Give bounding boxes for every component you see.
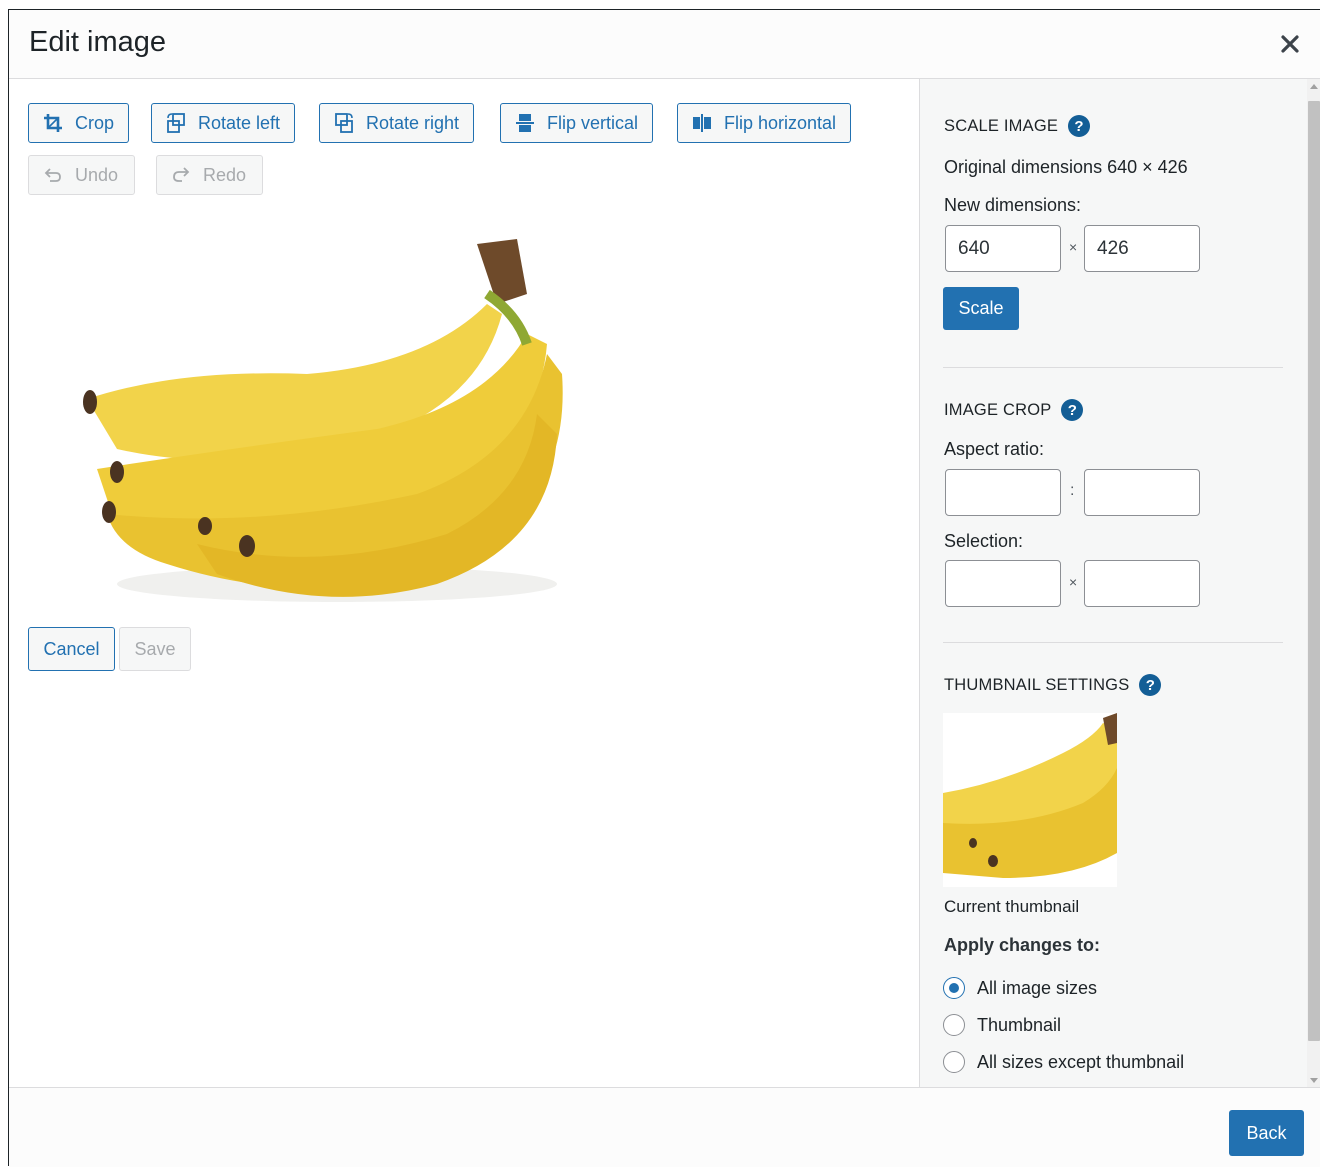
aspect-ratio-height-input[interactable] xyxy=(1084,469,1200,516)
radio-button[interactable] xyxy=(943,1051,965,1073)
scale-button[interactable]: Scale xyxy=(943,287,1019,330)
redo-button[interactable]: Redo xyxy=(156,155,264,195)
original-dimensions: Original dimensions 640 × 426 xyxy=(944,157,1188,177)
selection-label: Selection: xyxy=(944,531,1024,551)
rotate-right-button[interactable]: Rotate right xyxy=(319,103,475,143)
new-dimensions-label: New dimensions: xyxy=(944,195,1082,215)
thumbnail-settings-title: Thumbnail Settings xyxy=(944,675,1130,694)
aspect-ratio-width-input[interactable] xyxy=(945,469,1061,516)
flip-vertical-icon xyxy=(513,111,537,135)
crop-button[interactable]: Crop xyxy=(28,103,130,143)
scale-image-heading: Scale Image ? xyxy=(944,115,1091,137)
image-crop-title: Image Crop xyxy=(944,400,1052,419)
sidebar-scrollbar[interactable] xyxy=(1307,79,1320,1087)
crop-icon xyxy=(41,111,65,135)
rotate-right-icon xyxy=(332,111,356,135)
rotate-left-button[interactable]: Rotate left xyxy=(151,103,296,143)
selection-height-input[interactable] xyxy=(1084,560,1200,607)
close-icon xyxy=(1281,35,1299,53)
scale-image-title: Scale Image xyxy=(944,116,1059,135)
rotate-left-icon xyxy=(164,111,188,135)
scale-separator: × xyxy=(1069,239,1078,255)
modal-footer: Back xyxy=(9,1087,1320,1167)
close-button[interactable] xyxy=(1274,28,1306,60)
crop-label: Crop xyxy=(75,112,115,133)
help-icon[interactable]: ? xyxy=(1061,399,1084,421)
aspect-separator: : xyxy=(1070,482,1075,499)
undo-icon xyxy=(41,163,65,187)
help-icon[interactable]: ? xyxy=(1139,674,1162,696)
back-button[interactable]: Back xyxy=(1229,1110,1304,1156)
modal-title: Edit image xyxy=(29,26,167,58)
scroll-down-icon[interactable] xyxy=(1310,1078,1318,1083)
radio-button[interactable] xyxy=(943,1014,965,1036)
radio-thumbnail[interactable]: Thumbnail xyxy=(943,1014,1061,1036)
help-icon[interactable]: ? xyxy=(1068,115,1091,137)
aspect-ratio-label: Aspect ratio: xyxy=(944,439,1045,459)
image-preview[interactable] xyxy=(57,234,617,614)
rotate-left-label: Rotate left xyxy=(198,112,281,133)
radio-all-image-sizes[interactable]: All image sizes xyxy=(943,977,1097,999)
divider xyxy=(943,367,1283,368)
cancel-button[interactable]: Cancel xyxy=(28,627,115,671)
modal-header: Edit image xyxy=(9,10,1320,79)
save-button[interactable]: Save xyxy=(119,627,191,671)
scrollbar-thumb[interactable] xyxy=(1308,101,1320,1041)
flip-horizontal-button[interactable]: Flip horizontal xyxy=(677,103,852,143)
divider xyxy=(943,642,1283,643)
radio-label: All image sizes xyxy=(977,977,1098,998)
radio-label: All sizes except thumbnail xyxy=(977,1051,1185,1072)
thumbnail-settings-heading: Thumbnail Settings ? xyxy=(944,674,1162,696)
selection-separator: × xyxy=(1069,574,1078,590)
scroll-up-icon[interactable] xyxy=(1310,84,1318,89)
image-crop-heading: Image Crop ? xyxy=(944,399,1084,421)
scale-height-input[interactable] xyxy=(1084,225,1200,272)
radio-all-sizes-except-thumbnail[interactable]: All sizes except thumbnail xyxy=(943,1051,1184,1073)
flip-horizontal-icon xyxy=(690,111,714,135)
image-settings-sidebar: Scale Image ? Original dimensions 640 × … xyxy=(919,79,1320,1087)
scale-width-input[interactable] xyxy=(945,225,1061,272)
radio-label: Thumbnail xyxy=(977,1014,1062,1035)
redo-label: Redo xyxy=(203,164,247,185)
apply-changes-label: Apply changes to: xyxy=(944,935,1101,955)
undo-button[interactable]: Undo xyxy=(28,155,136,195)
image-editor-area: Crop Rotate left Rotate right Flip verti… xyxy=(9,79,919,1087)
flip-vertical-button[interactable]: Flip vertical xyxy=(500,103,654,143)
current-thumbnail-image xyxy=(943,713,1117,887)
undo-label: Undo xyxy=(75,164,119,185)
selection-width-input[interactable] xyxy=(945,560,1061,607)
redo-icon xyxy=(169,163,193,187)
thumbnail-caption: Current thumbnail xyxy=(944,897,1080,916)
rotate-right-label: Rotate right xyxy=(366,112,460,133)
edit-image-modal: Edit image Crop Rotate left Rotate right xyxy=(8,9,1320,1167)
radio-button[interactable] xyxy=(943,977,965,999)
flip-vertical-label: Flip vertical xyxy=(547,112,639,133)
flip-horizontal-label: Flip horizontal xyxy=(724,112,837,133)
